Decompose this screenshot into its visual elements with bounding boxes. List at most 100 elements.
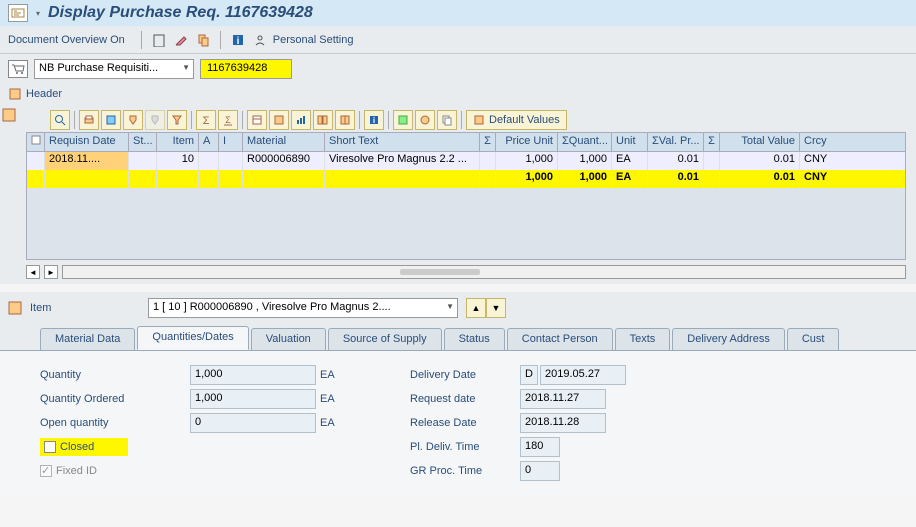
open-quantity-field[interactable]: 0 (190, 413, 316, 433)
svg-text:Σ: Σ (203, 115, 210, 126)
svg-text:Σ: Σ (225, 115, 231, 125)
delivery-date-cat-field[interactable]: D (520, 365, 538, 385)
tab-cust[interactable]: Cust (787, 328, 840, 350)
tab-contact-person[interactable]: Contact Person (507, 328, 613, 350)
cell-unit: EA (612, 152, 648, 170)
grid-data-row[interactable]: 2018.11.... 10 R000006890 Viresolve Pro … (26, 152, 906, 170)
item-prev-icon[interactable]: ▲ (466, 298, 486, 318)
grid-toolbar: Σ Σ i Default Values (26, 108, 914, 132)
cell-price-unit: 1,000 (496, 152, 558, 170)
row-release-date: Release Date 2018.11.28 (410, 411, 626, 435)
col-quant[interactable]: ΣQuant... (558, 133, 612, 151)
item-next-icon[interactable]: ▼ (486, 298, 506, 318)
personal-setting-button[interactable]: Personal Setting (273, 34, 354, 46)
info-icon[interactable]: i (229, 31, 247, 49)
tab-texts[interactable]: Texts (615, 328, 671, 350)
closed-checkbox[interactable] (44, 441, 56, 453)
app-icon[interactable] (8, 4, 28, 22)
fixed-id-checkbox[interactable] (40, 465, 52, 477)
row-quantity-ordered: Quantity Ordered 1,000 EA (40, 387, 410, 411)
views-icon[interactable] (313, 110, 333, 130)
tab-quantities-dates[interactable]: Quantities/Dates (137, 326, 248, 350)
row-selector[interactable] (27, 152, 45, 170)
item-info-icon[interactable]: i (364, 110, 384, 130)
doc-number-field[interactable]: 1167639428 (200, 59, 292, 79)
quantity-unit: EA (320, 369, 358, 381)
grid-settings-icon[interactable] (335, 110, 355, 130)
quantity-ordered-field[interactable]: 1,000 (190, 389, 316, 409)
doc-type-value: NB Purchase Requisiti... (39, 62, 158, 74)
quantity-field[interactable]: 1,000 (190, 365, 316, 385)
col-i[interactable]: I (219, 133, 243, 151)
delivery-date-field[interactable]: 2019.05.27 (540, 365, 626, 385)
export-icon[interactable] (101, 110, 121, 130)
col-unit[interactable]: Unit (612, 133, 648, 151)
layout-icon[interactable] (247, 110, 267, 130)
expand-header-icon[interactable] (8, 87, 22, 101)
sum-icon[interactable]: Σ (196, 110, 216, 130)
tab-valuation[interactable]: Valuation (251, 328, 326, 350)
pl-deliv-time-field[interactable]: 180 (520, 437, 560, 457)
scroll-handle[interactable] (400, 269, 480, 275)
filter-icon[interactable] (167, 110, 187, 130)
row-delivery-date: Delivery Date D 2019.05.27 (410, 363, 626, 387)
create-icon[interactable] (150, 31, 168, 49)
svg-text:i: i (236, 36, 239, 47)
expand-item-icon[interactable] (8, 301, 22, 315)
tab-material-data[interactable]: Material Data (40, 328, 135, 350)
grid-header-row: Requisn Date St... Item A I Material Sho… (26, 132, 906, 152)
col-status[interactable]: St... (129, 133, 157, 151)
tab-source-of-supply[interactable]: Source of Supply (328, 328, 442, 350)
scroll-track[interactable] (62, 265, 906, 279)
find-next-icon[interactable] (145, 110, 165, 130)
find-icon[interactable] (123, 110, 143, 130)
row-quantity: Quantity 1,000 EA (40, 363, 410, 387)
gr-proc-time-field[interactable]: 0 (520, 461, 560, 481)
item-dropdown[interactable]: 1 [ 10 ] R000006890 , Viresolve Pro Magn… (148, 298, 458, 318)
col-requisn-date[interactable]: Requisn Date (45, 133, 129, 151)
title-bar: ▾ Display Purchase Req. 1167639428 (0, 0, 916, 26)
subtotal-icon[interactable]: Σ (218, 110, 238, 130)
edit-icon[interactable] (172, 31, 190, 49)
tab-delivery-address[interactable]: Delivery Address (672, 328, 785, 350)
release-date-field[interactable]: 2018.11.28 (520, 413, 606, 433)
col-total-value[interactable]: Total Value (720, 133, 800, 151)
total-val-pr: 0.01 (648, 170, 704, 188)
col-a[interactable]: A (199, 133, 219, 151)
default-values-button[interactable]: Default Values (466, 110, 567, 130)
scroll-right-icon[interactable]: ► (44, 265, 58, 279)
tab-status[interactable]: Status (444, 328, 505, 350)
col-price-unit[interactable]: Price Unit (496, 133, 558, 151)
header-section: Header (0, 84, 916, 104)
app-dropdown-icon[interactable]: ▾ (36, 9, 40, 18)
copy-icon[interactable] (437, 110, 457, 130)
item-tabs: Material Data Quantities/Dates Valuation… (0, 324, 916, 350)
details-icon[interactable] (50, 110, 70, 130)
cell-requisn-date: 2018.11.... (45, 152, 129, 170)
col-item[interactable]: Item (157, 133, 199, 151)
quantity-label: Quantity (40, 369, 190, 381)
scroll-left-icon[interactable]: ◄ (26, 265, 40, 279)
other-pr-icon[interactable] (194, 31, 212, 49)
closed-label: Closed (60, 441, 94, 453)
col-sigma2[interactable]: Σ (704, 133, 720, 151)
chart-icon[interactable] (291, 110, 311, 130)
doc-overview-button[interactable]: Document Overview On (8, 34, 125, 46)
closed-checkbox-area[interactable]: Closed (40, 438, 128, 456)
cell-total-value: 0.01 (720, 152, 800, 170)
col-sigma1[interactable]: Σ (480, 133, 496, 151)
col-material[interactable]: Material (243, 133, 325, 151)
print-icon[interactable] (79, 110, 99, 130)
request-date-field[interactable]: 2018.11.27 (520, 389, 606, 409)
account-assign-icon[interactable] (415, 110, 435, 130)
doc-type-dropdown[interactable]: NB Purchase Requisiti... (34, 59, 194, 79)
col-crcy[interactable]: Crcy (800, 133, 840, 151)
col-short-text[interactable]: Short Text (325, 133, 480, 151)
col-selector[interactable] (27, 133, 45, 151)
request-date-label: Request date (410, 393, 520, 405)
col-val-pr[interactable]: ΣVal. Pr... (648, 133, 704, 151)
cart-icon[interactable] (8, 60, 28, 78)
collapse-icon[interactable] (2, 108, 16, 122)
services-icon[interactable] (393, 110, 413, 130)
download-icon[interactable] (269, 110, 289, 130)
